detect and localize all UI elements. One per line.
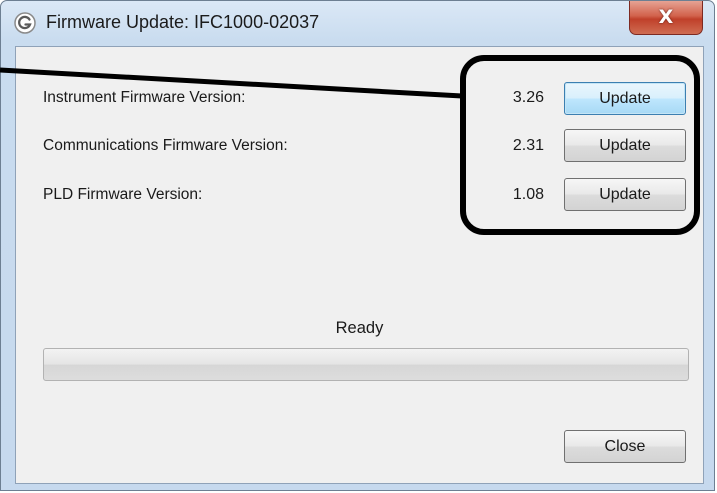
status-text: Ready (335, 319, 384, 337)
update-communications-firmware-button[interactable]: Update (564, 129, 686, 162)
g-logo-icon (14, 12, 36, 34)
close-icon: X (658, 6, 674, 28)
title-bar[interactable]: Firmware Update: IFC1000-02037 X (1, 1, 714, 45)
update-instrument-firmware-button[interactable]: Update (564, 82, 686, 115)
firmware-update-window: Firmware Update: IFC1000-02037 X Instrum… (0, 0, 715, 491)
update-pld-firmware-button[interactable]: Update (564, 178, 686, 211)
progress-bar (43, 348, 689, 381)
window-title: Firmware Update: IFC1000-02037 (46, 12, 320, 32)
instrument-firmware-version: 3.26 (512, 89, 544, 106)
communications-firmware-version: 2.31 (512, 137, 544, 154)
pld-firmware-version: 1.08 (512, 186, 544, 203)
pld-firmware-label: PLD Firmware Version: (43, 186, 203, 203)
close-button[interactable]: Close (564, 430, 686, 463)
communications-firmware-label: Communications Firmware Version: (43, 137, 288, 154)
dialog-body: Instrument Firmware Version: 3.26 Update… (15, 46, 704, 484)
instrument-firmware-label: Instrument Firmware Version: (43, 89, 246, 106)
window-close-button[interactable]: X (629, 1, 703, 35)
